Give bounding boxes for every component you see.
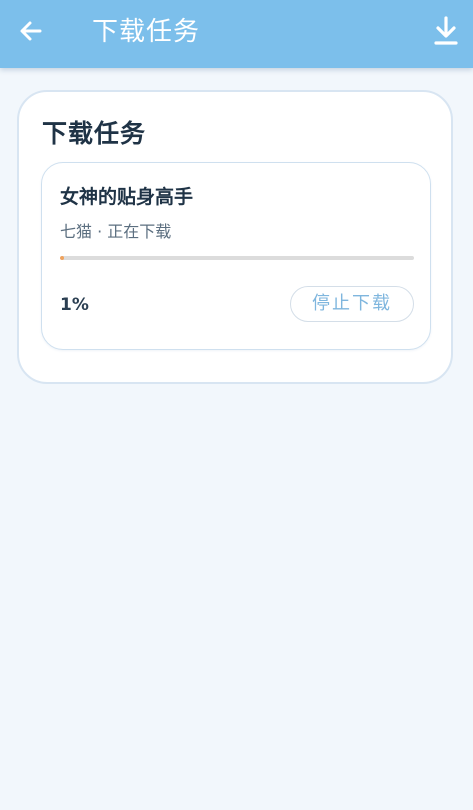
- panel-title: 下载任务: [42, 119, 147, 148]
- progress-fill: [60, 256, 64, 260]
- task-name: 女神的贴身高手: [60, 186, 194, 208]
- progress-percent: 1%: [60, 295, 89, 315]
- task-card: 女神的贴身高手 七猫 · 正在下载 1% 停止下载: [41, 162, 431, 350]
- back-button[interactable]: [16, 16, 46, 46]
- task-meta: 七猫 · 正在下载: [60, 222, 172, 241]
- download-button[interactable]: [430, 14, 462, 48]
- app-bar: 下载任务: [0, 0, 473, 68]
- download-tasks-panel: 下载任务 女神的贴身高手 七猫 · 正在下载 1% 停止下载: [17, 90, 453, 384]
- progress-bar: [60, 256, 414, 260]
- app-title: 下载任务: [92, 17, 201, 47]
- arrow-left-icon: [20, 21, 42, 41]
- download-icon: [434, 16, 458, 45]
- stop-download-button[interactable]: 停止下载: [290, 286, 414, 322]
